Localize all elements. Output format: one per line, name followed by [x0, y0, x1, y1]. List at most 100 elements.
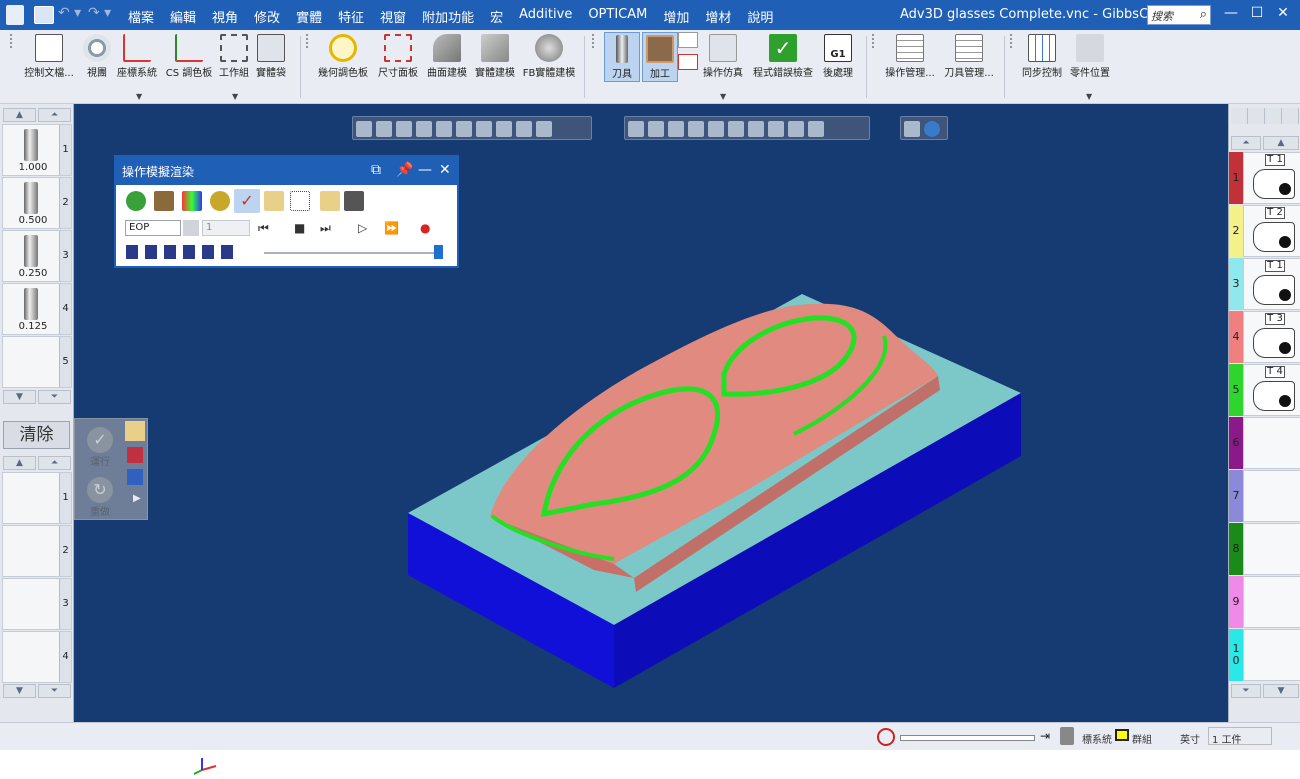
- close-button[interactable]: ✕: [1272, 5, 1294, 25]
- xy-icon[interactable]: [290, 191, 310, 211]
- toolbar-expand-icon[interactable]: ▼: [136, 92, 142, 101]
- check-mark-icon[interactable]: ✓: [234, 189, 260, 213]
- tool-scroll-up-button[interactable]: ▲: [3, 108, 36, 122]
- trash-icon[interactable]: [1060, 727, 1074, 745]
- solid-modeling-button[interactable]: 實體建模: [472, 32, 518, 79]
- toolbar-small-2[interactable]: [678, 54, 698, 70]
- tool-slot[interactable]: 0.250 3: [2, 230, 72, 282]
- process-icon-1[interactable]: [125, 421, 145, 441]
- menu-edit[interactable]: 編輯: [170, 7, 196, 26]
- panel-header-icons[interactable]: [1231, 108, 1299, 124]
- toolbar-expand-icon[interactable]: ▼: [1086, 92, 1092, 101]
- operation-item[interactable]: 1 0: [1229, 629, 1300, 682]
- cs-palette-button[interactable]: CS 調色板: [164, 32, 214, 79]
- op-scroll-down-button[interactable]: ▼: [3, 684, 36, 698]
- process-icon-3[interactable]: [127, 469, 143, 485]
- unit-label[interactable]: 英寸: [1180, 731, 1200, 746]
- rewind-icon[interactable]: ⏮: [258, 221, 269, 236]
- operation-item[interactable]: 9: [1229, 576, 1300, 629]
- process-icon-2[interactable]: [127, 447, 143, 463]
- toolbar-grip[interactable]: [872, 34, 876, 48]
- display-mode-icons[interactable]: [126, 245, 236, 259]
- eop-field[interactable]: EOP: [125, 220, 181, 236]
- menu-file[interactable]: 檔案: [128, 7, 154, 26]
- coordinate-system-button[interactable]: 座標系統: [114, 32, 160, 79]
- stop-icon[interactable]: ■: [294, 221, 305, 235]
- program-error-check-button[interactable]: ✓ 程式錯誤檢查: [750, 32, 816, 79]
- float-icon[interactable]: ⧉: [371, 162, 381, 178]
- dimension-panel-button[interactable]: 尺寸面板: [374, 32, 422, 79]
- fast-forward-icon[interactable]: ⏩: [384, 221, 399, 235]
- menu-plugins[interactable]: 附加功能: [422, 7, 474, 26]
- surface-modeling-button[interactable]: 曲面建模: [424, 32, 470, 79]
- color-icon[interactable]: [182, 191, 202, 211]
- operation-item[interactable]: 2T 2: [1229, 205, 1300, 258]
- gibbscam-logo-icon[interactable]: [6, 5, 24, 25]
- no-entry-icon[interactable]: [877, 728, 895, 746]
- menu-solid[interactable]: 實體: [296, 7, 322, 26]
- workgroup-button[interactable]: 工作組: [216, 32, 252, 79]
- machining-button[interactable]: 加工: [642, 32, 678, 82]
- op-scroll-up-button[interactable]: ▲: [3, 456, 36, 470]
- expand-arrow-icon[interactable]: ▶: [133, 493, 141, 504]
- menu-feature[interactable]: 特征: [338, 7, 364, 26]
- material-icon[interactable]: [154, 191, 174, 211]
- document-control-button[interactable]: 控制文檔...: [20, 32, 78, 79]
- operation-slot[interactable]: 2: [2, 525, 72, 577]
- clear-button[interactable]: 清除: [3, 421, 70, 449]
- tool-slot[interactable]: 5: [2, 336, 72, 388]
- op-scroll-down-button[interactable]: ▼: [1263, 684, 1299, 698]
- menu-modify[interactable]: 修改: [254, 7, 280, 26]
- part-position-button[interactable]: 零件位置: [1066, 32, 1114, 79]
- menu-view[interactable]: 視角: [212, 7, 238, 26]
- tool-slot[interactable]: 0.500 2: [2, 177, 72, 229]
- save-icon[interactable]: [34, 6, 54, 24]
- minimize-button[interactable]: —: [1220, 5, 1242, 25]
- tool-manager-button[interactable]: 刀具管理...: [940, 32, 998, 79]
- tool-scroll-down-button[interactable]: ▼: [3, 390, 36, 404]
- play-icon[interactable]: ▷: [358, 221, 367, 235]
- menu-add[interactable]: 增加: [663, 7, 689, 26]
- redo-icon[interactable]: ↷ ▾: [88, 5, 111, 21]
- workpiece-field[interactable]: 1 工件: [1208, 727, 1272, 746]
- pin-right-icon[interactable]: ⇥: [1040, 729, 1050, 743]
- operation-item[interactable]: 5T 4: [1229, 364, 1300, 417]
- menu-additive[interactable]: Additive: [519, 7, 572, 26]
- step-icon[interactable]: [183, 220, 199, 236]
- redo-button[interactable]: ↻ 重做: [77, 471, 123, 518]
- toolbar-small-1[interactable]: [678, 32, 698, 48]
- menu-additive-cn[interactable]: 增材: [705, 7, 731, 26]
- operation-slot[interactable]: 4: [2, 631, 72, 683]
- toolbar-grip[interactable]: [10, 34, 14, 48]
- toolbar-grip[interactable]: [306, 34, 310, 48]
- coord-system-label[interactable]: 標系統: [1082, 731, 1112, 746]
- machine-icon[interactable]: [344, 191, 364, 211]
- op-scroll-bottom-button[interactable]: ⏷: [38, 684, 71, 698]
- operation-item[interactable]: 7: [1229, 470, 1300, 523]
- operation-slot[interactable]: 1: [2, 472, 72, 524]
- op-scroll-top-button[interactable]: ⏶: [1231, 136, 1261, 150]
- operation-item[interactable]: 3T 1: [1229, 258, 1300, 311]
- search-input[interactable]: 搜索 ⌕: [1147, 5, 1211, 25]
- op-scroll-up-button[interactable]: ▲: [1263, 136, 1299, 150]
- toolbar-grip[interactable]: [592, 34, 596, 48]
- step-forward-icon[interactable]: ⏭: [320, 221, 331, 236]
- operation-item[interactable]: 8: [1229, 523, 1300, 576]
- panel-minimize-button[interactable]: —: [418, 162, 432, 178]
- menu-help[interactable]: 說明: [747, 7, 773, 26]
- tool-scroll-top-button[interactable]: ⏶: [38, 108, 71, 122]
- record-icon[interactable]: ●: [420, 221, 430, 235]
- sync-control-button[interactable]: 同步控制: [1018, 32, 1066, 79]
- run-button[interactable]: ✓ 運行: [77, 421, 123, 468]
- operation-item[interactable]: 4T 3: [1229, 311, 1300, 364]
- panel-close-button[interactable]: ✕: [439, 162, 451, 178]
- operation-item[interactable]: 1T 1: [1229, 152, 1300, 205]
- view-button[interactable]: 視團: [82, 32, 112, 79]
- speed-slider[interactable]: [264, 252, 440, 254]
- menu-opticam[interactable]: OPTICAM: [588, 7, 647, 26]
- toolbar-expand-icon[interactable]: ▼: [232, 92, 238, 101]
- gear-icon[interactable]: [210, 191, 230, 211]
- fb-solid-modeling-button[interactable]: FB實體建模: [520, 32, 578, 79]
- op-scroll-bottom-button[interactable]: ⏷: [1231, 684, 1261, 698]
- step-select[interactable]: 1: [202, 220, 250, 236]
